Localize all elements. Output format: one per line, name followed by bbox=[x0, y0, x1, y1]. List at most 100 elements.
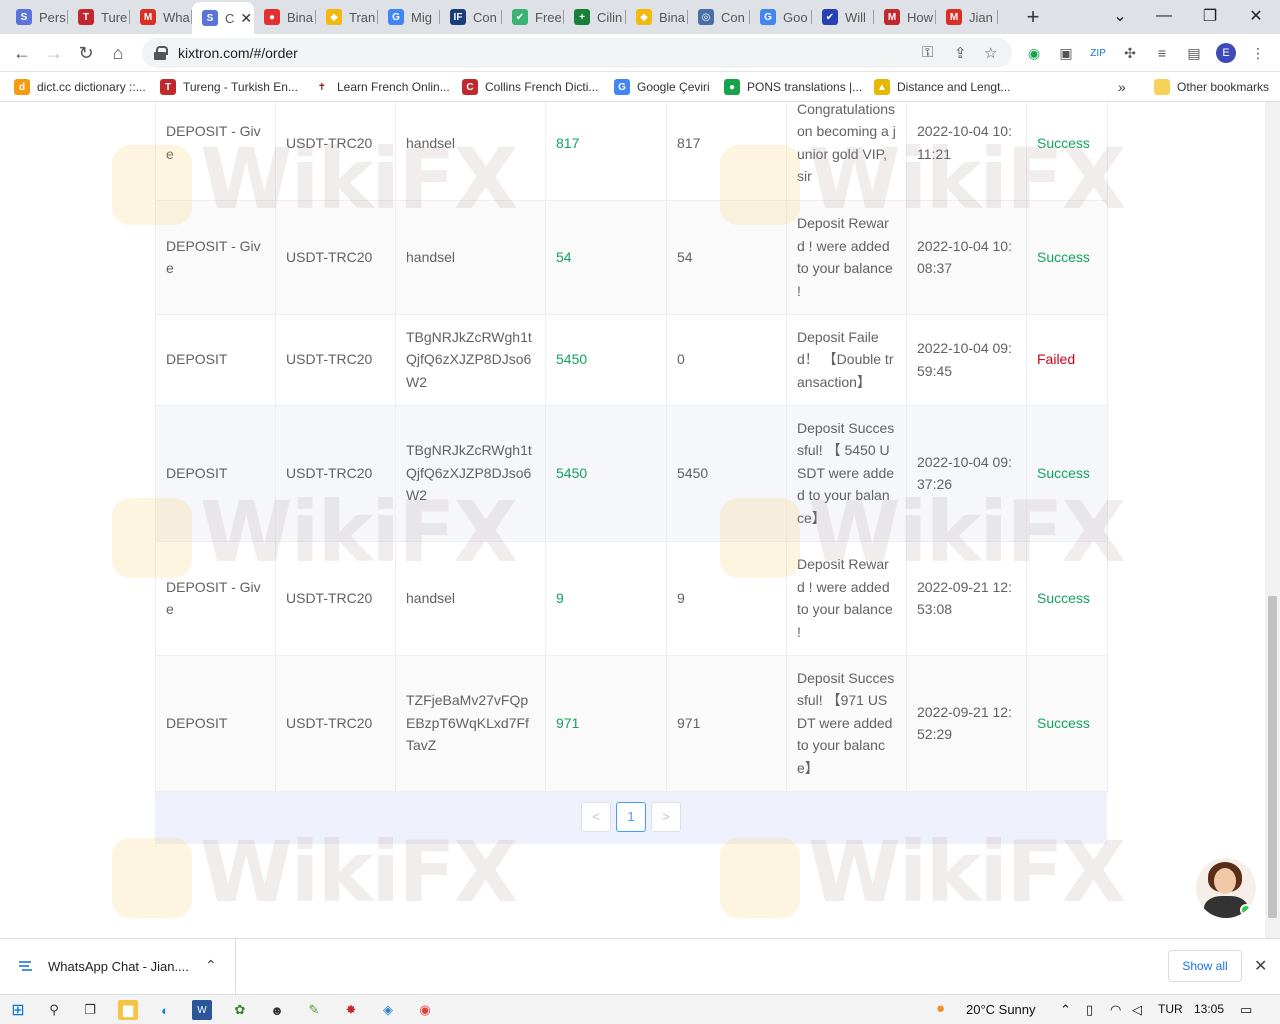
browser-tab[interactable]: T Ture bbox=[68, 4, 130, 30]
puzzle-extensions-icon[interactable]: ✣ bbox=[1120, 43, 1140, 63]
reload-icon[interactable]: ↻ bbox=[74, 41, 98, 65]
table-row[interactable]: DEPOSIT USDT-TRC20 TZFjeBaMv27vFQpEBzpT6Wq… bbox=[155, 655, 1108, 792]
gimp-icon[interactable]: ☻ bbox=[267, 1000, 287, 1020]
browser-tab[interactable]: M How bbox=[874, 4, 936, 30]
scrollbar-thumb[interactable] bbox=[1268, 596, 1277, 918]
browser-tab[interactable]: ◎ Con bbox=[688, 4, 750, 30]
app-icon[interactable]: ✸ bbox=[341, 1000, 361, 1020]
word-icon[interactable]: W bbox=[192, 1000, 212, 1020]
tab-label: Con bbox=[721, 9, 745, 25]
vertical-scrollbar[interactable] bbox=[1265, 102, 1280, 938]
cell-address: handsel bbox=[395, 541, 546, 656]
table-row[interactable]: DEPOSIT - Give USDT-TRC20 handsel 54 54 Depos… bbox=[155, 200, 1108, 315]
menu-kebab-icon[interactable]: ⋮ bbox=[1248, 43, 1268, 63]
bookmark-item[interactable]: d dict.cc dictionary ::... bbox=[14, 77, 146, 97]
table-row[interactable]: DEPOSIT USDT-TRC20 TBgNRJkZcRWgh1tQjfQ6zXJ… bbox=[155, 314, 1108, 406]
edge-icon[interactable]: ◐ bbox=[155, 1000, 175, 1020]
tab-favicon-icon: S bbox=[202, 10, 218, 26]
tray-overflow-icon[interactable]: ⌃ bbox=[1060, 1002, 1071, 1018]
network-icon[interactable]: ▯ bbox=[1086, 1002, 1093, 1018]
bookmark-item[interactable]: ▲ Distance and Lengt... bbox=[874, 77, 1010, 97]
reading-list-icon[interactable]: ≡ bbox=[1152, 43, 1172, 63]
weather-text[interactable]: 20°C Sunny bbox=[966, 1002, 1036, 1017]
bookmark-favicon-icon: ✝ bbox=[314, 79, 330, 95]
search-icon[interactable]: ⚲ bbox=[44, 1000, 64, 1020]
cell-type: DEPOSIT bbox=[155, 314, 276, 406]
browser-tab[interactable]: ◆ Bina bbox=[626, 4, 688, 30]
bookmark-item[interactable]: C Collins French Dicti... bbox=[462, 77, 598, 97]
browser-tab[interactable]: ✔ Will bbox=[812, 4, 874, 30]
restore-button[interactable]: ❐ bbox=[1190, 4, 1230, 28]
browser-tab[interactable]: ◆ Tran bbox=[316, 4, 378, 30]
browser-tab[interactable]: G Mig bbox=[378, 4, 440, 30]
wifi-icon[interactable]: ◠ bbox=[1110, 1002, 1121, 1018]
bookmark-star-icon[interactable]: ☆ bbox=[984, 44, 997, 62]
bookmark-item[interactable]: G Google Çeviri bbox=[614, 77, 710, 97]
support-chat-avatar[interactable] bbox=[1196, 858, 1256, 918]
avatar-face bbox=[1214, 868, 1236, 894]
minimize-button[interactable]: — bbox=[1144, 4, 1184, 28]
home-icon[interactable]: ⌂ bbox=[106, 41, 130, 65]
bookmark-label: PONS translations |... bbox=[747, 80, 863, 94]
back-arrow-icon[interactable]: ← bbox=[10, 41, 34, 65]
windows-start-icon[interactable]: ⊞ bbox=[8, 1000, 28, 1020]
next-page-button[interactable]: > bbox=[651, 801, 681, 832]
side-panel-icon[interactable]: ▤ bbox=[1184, 43, 1204, 63]
table-row[interactable]: DEPOSIT - Give USDT-TRC20 handsel 9 9 Deposit… bbox=[155, 541, 1108, 656]
tab-label: C bbox=[225, 10, 235, 26]
address-bar[interactable]: kixtron.com/#/order ⚿ ⇪ ☆ bbox=[142, 38, 1012, 68]
table-row[interactable]: DEPOSIT - Give USDT-TRC20 handsel 817 817 Con… bbox=[155, 102, 1108, 201]
notifications-icon[interactable]: ▭ bbox=[1240, 1002, 1252, 1018]
share-icon[interactable]: ⇪ bbox=[954, 44, 967, 62]
url-text[interactable]: kixtron.com/#/order bbox=[178, 45, 298, 61]
grammarly-extension-icon[interactable]: ◉ bbox=[1024, 43, 1044, 63]
other-bookmarks-folder[interactable]: Other bookmarks bbox=[1154, 77, 1269, 97]
browser-tab[interactable]: + Cilin bbox=[564, 4, 626, 30]
language-indicator[interactable]: TUR bbox=[1158, 1002, 1183, 1016]
chevron-up-icon[interactable]: ⌃ bbox=[205, 957, 217, 974]
browser-tab[interactable]: M Jian bbox=[936, 4, 998, 30]
profile-avatar[interactable]: E bbox=[1216, 43, 1236, 63]
close-icon[interactable]: ✕ bbox=[1254, 956, 1267, 976]
browser-tab[interactable]: IF Con bbox=[440, 4, 502, 30]
browser-tab[interactable]: ● Bina bbox=[254, 4, 316, 30]
download-item[interactable]: WhatsApp Chat - Jian.... ⌃ bbox=[0, 939, 236, 994]
chrome-icon[interactable]: ◉ bbox=[415, 1000, 435, 1020]
more-bookmarks-icon[interactable]: » bbox=[1118, 77, 1126, 97]
task-view-icon[interactable]: ❐ bbox=[80, 1000, 100, 1020]
bookmark-item[interactable]: ✝ Learn French Onlin... bbox=[314, 77, 450, 97]
download-filename: WhatsApp Chat - Jian.... bbox=[48, 959, 189, 974]
show-all-button[interactable]: Show all bbox=[1168, 950, 1242, 982]
browser-tab[interactable]: M Wha bbox=[130, 4, 192, 30]
new-tab-button[interactable]: + bbox=[1021, 6, 1045, 28]
lock-icon[interactable] bbox=[154, 46, 168, 60]
tab-search-icon[interactable]: ⌄ bbox=[1100, 4, 1140, 28]
key-icon[interactable]: ⚿ bbox=[922, 44, 933, 61]
bookmark-item[interactable]: T Tureng - Turkish En... bbox=[160, 77, 298, 97]
browser-tab[interactable]: ✔ Free bbox=[502, 4, 564, 30]
notepad-icon[interactable]: ✎ bbox=[304, 1000, 324, 1020]
forward-arrow-icon[interactable]: → bbox=[42, 41, 66, 65]
cell-time: 2022-10-04 09:37:26 bbox=[906, 405, 1027, 542]
browser-tab[interactable]: S C ✕ bbox=[192, 2, 254, 34]
zip-extension-icon[interactable]: ZIP bbox=[1088, 43, 1108, 63]
tab-close-icon[interactable]: ✕ bbox=[240, 10, 252, 27]
image-extension-icon[interactable]: ▣ bbox=[1056, 43, 1076, 63]
close-window-button[interactable]: ✕ bbox=[1236, 4, 1276, 28]
browser-tab[interactable]: G Goo bbox=[750, 4, 812, 30]
prev-page-button[interactable]: < bbox=[581, 801, 611, 832]
cell-currency: USDT-TRC20 bbox=[275, 200, 396, 315]
tab-strip: S Pers T Ture M Wha S C ✕ ● Bina ◆ Tran G Mig IF Con ✔ Fre… bbox=[0, 0, 1280, 34]
browser-tab[interactable]: S Pers bbox=[6, 4, 68, 30]
app-icon[interactable]: ◈ bbox=[378, 1000, 398, 1020]
page-1-button[interactable]: 1 bbox=[616, 801, 646, 832]
table-row[interactable]: DEPOSIT USDT-TRC20 TBgNRJkZcRWgh1tQjfQ6zXJ… bbox=[155, 405, 1108, 542]
tab-label: Mig bbox=[411, 9, 432, 25]
app-icon[interactable]: ✿ bbox=[230, 1000, 250, 1020]
clock[interactable]: 13:05 bbox=[1194, 1002, 1224, 1016]
bookmark-item[interactable]: ● PONS translations |... bbox=[724, 77, 862, 97]
tab-label: Jian bbox=[969, 9, 993, 25]
volume-icon[interactable]: ◁ bbox=[1132, 1002, 1142, 1018]
cell-address: TZFjeBaMv27vFQpEBzpT6WqKLxd7FfTavZ bbox=[395, 655, 546, 792]
file-explorer-icon[interactable]: ▆ bbox=[118, 1000, 138, 1020]
